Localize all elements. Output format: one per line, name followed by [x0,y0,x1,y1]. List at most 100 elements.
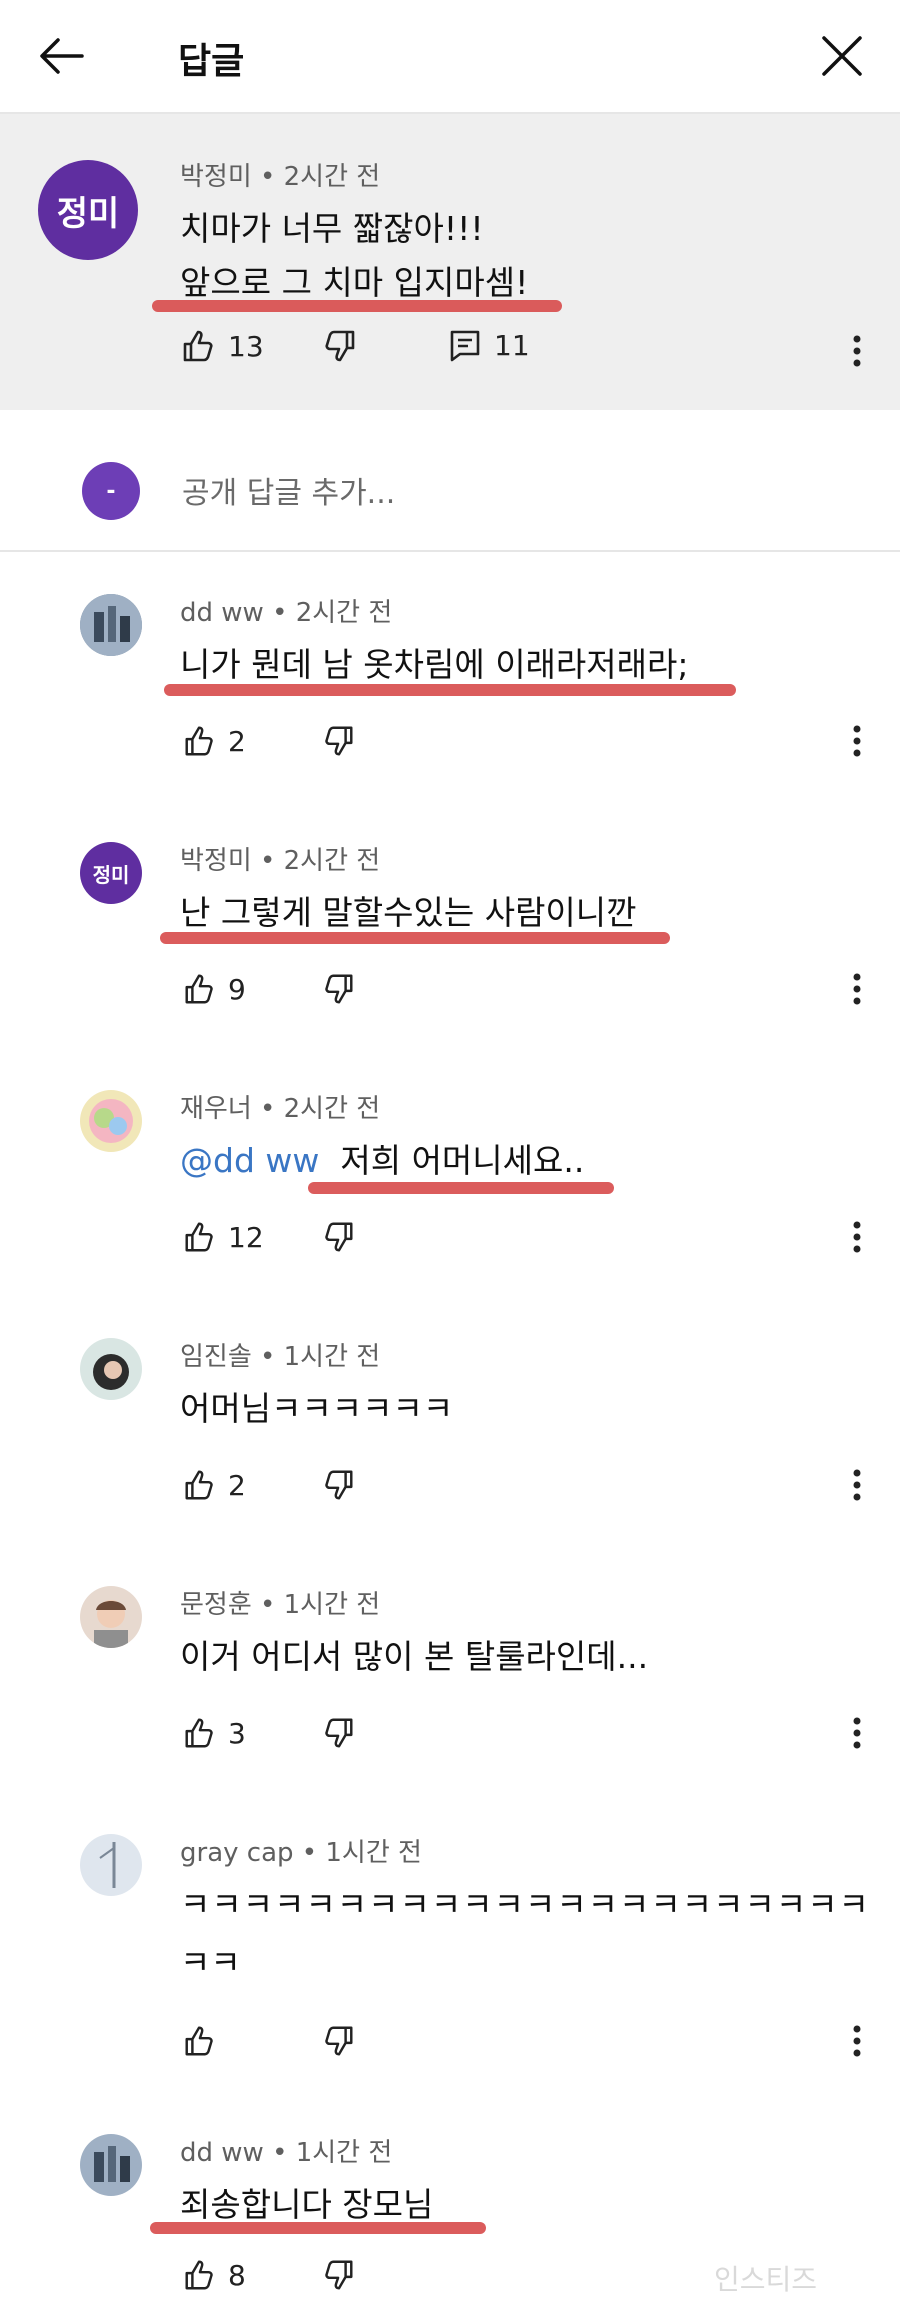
comment-text: 니가 뭔데 남 옷차림에 이래라저래라; [180,645,689,684]
timestamp: 2시간 전 [283,162,381,192]
thumb-down-icon [322,1716,356,1750]
like-count: 12 [228,1220,264,1254]
thumb-up-icon [182,2258,216,2292]
timestamp: 1시간 전 [283,1342,381,1372]
avatar[interactable]: 정미 [80,842,142,904]
avatar[interactable] [80,2134,142,2196]
thumb-up-icon [182,724,216,758]
thumb-down-icon [322,2024,356,2058]
more-vert-icon[interactable] [842,1708,872,1758]
more-vert-icon[interactable] [842,716,872,766]
reply-input[interactable]: 공개 답글 추가... [182,468,395,512]
red-underline [164,684,736,696]
like-count: 3 [228,1716,246,1750]
author-name[interactable]: dd ww [180,598,264,628]
comment-meta: 문정훈 • 1시간 전 [180,1590,381,1620]
avatar[interactable] [80,1090,142,1152]
dislike-button[interactable] [322,724,356,758]
like-button[interactable]: 3 [182,1716,246,1750]
timestamp: 2시간 전 [283,1094,381,1124]
thumb-up-icon [182,1220,216,1254]
like-count: 2 [228,724,246,758]
timestamp: 2시간 전 [283,846,381,876]
reply-icon [448,328,482,362]
top-bar: 답글 [0,0,900,114]
timestamp: 1시간 전 [295,2138,393,2168]
comment-body: 저희 어머니세요.. [340,1141,585,1180]
comment-meta: 박정미 • 2시간 전 [180,846,381,876]
thumb-up-icon [180,328,216,364]
like-button[interactable]: 12 [182,1220,264,1254]
dislike-button[interactable] [322,2258,356,2292]
like-button[interactable]: 13 [180,328,264,364]
avatar[interactable] [80,1834,142,1896]
more-vert-icon[interactable] [842,1460,872,1510]
author-name[interactable]: 재우너 [180,1094,252,1124]
like-button[interactable]: 2 [182,724,246,758]
like-count: 2 [228,1468,246,1502]
comment-meta: gray cap • 1시간 전 [180,1838,422,1868]
red-underline [160,932,670,944]
reply-item: 정미 박정미 • 2시간 전 난 그렇게 말할수있는 사람이니깐 9 [0,808,900,1048]
like-count: 9 [228,972,246,1006]
avatar[interactable] [80,594,142,656]
thumb-up-icon [182,972,216,1006]
parent-comment: 정미 박정미 • 2시간 전 치마가 너무 짧잖아!!! 앞으로 그 치마 입지… [0,114,900,410]
more-vert-icon[interactable] [842,1212,872,1262]
watermark: 인스티즈 [714,2263,818,2296]
comment-text: 난 그렇게 말할수있는 사람이니깐 [180,893,637,932]
like-count: 8 [228,2258,246,2292]
dislike-button[interactable] [322,1716,356,1750]
like-button[interactable]: 9 [182,972,246,1006]
avatar[interactable] [80,1338,142,1400]
avatar[interactable] [80,1586,142,1648]
author-name[interactable]: gray cap [180,1838,294,1868]
thumb-up-icon [182,1716,216,1750]
reply-item: 재우너 • 2시간 전 @dd ww 저희 어머니세요.. 12 [0,1056,900,1296]
red-underline [152,300,562,312]
thumb-down-icon [322,2258,356,2292]
page-title: 답글 [178,41,245,82]
more-vert-icon[interactable] [842,326,872,376]
like-button[interactable] [182,2024,228,2058]
more-vert-icon[interactable] [842,2016,872,2066]
like-count: 13 [228,329,264,363]
reply-input-row: - 공개 답글 추가... [0,430,900,552]
author-name[interactable]: 박정미 [180,162,252,192]
thumb-down-icon [322,1468,356,1502]
avatar[interactable]: 정미 [38,160,138,260]
red-underline [150,2222,486,2234]
dislike-button[interactable] [322,2024,356,2058]
comment-text: 죄송합니다 장모님 [180,2185,434,2224]
reply-item: gray cap • 1시간 전 ㅋㅋㅋㅋㅋㅋㅋㅋㅋㅋㅋㅋㅋㅋㅋㅋㅋㅋㅋㅋㅋㅋ … [0,1800,900,2100]
like-button[interactable]: 2 [182,1468,246,1502]
thumb-down-icon [322,724,356,758]
comment-meta: 재우너 • 2시간 전 [180,1094,381,1124]
comment-meta: 임진솔 • 1시간 전 [180,1342,381,1372]
author-name[interactable]: 박정미 [180,846,252,876]
dislike-button[interactable] [322,1468,356,1502]
timestamp: 2시간 전 [295,598,393,628]
dislike-button[interactable] [322,1220,356,1254]
more-vert-icon[interactable] [842,964,872,1014]
author-name[interactable]: dd ww [180,2138,264,2168]
like-button[interactable]: 8 [182,2258,246,2292]
dislike-button[interactable] [322,328,358,364]
back-arrow-icon[interactable] [36,30,88,82]
comment-line-1: 치마가 너무 짧잖아!!! [180,209,484,248]
close-icon[interactable] [816,30,868,82]
reply-item: dd ww • 2시간 전 니가 뭔데 남 옷차림에 이래라저래라; 2 [0,560,900,800]
mention-link[interactable]: @dd ww [180,1141,319,1180]
author-name[interactable]: 문정훈 [180,1590,252,1620]
author-name[interactable]: 임진솔 [180,1342,252,1372]
thumb-down-icon [322,1220,356,1254]
comment-text: 어머님ㅋㅋㅋㅋㅋㅋ [180,1389,454,1428]
comment-text: ㅋㅋㅋㅋㅋㅋㅋㅋㅋㅋㅋㅋㅋㅋㅋㅋㅋㅋㅋㅋㅋㅋ [180,1885,870,1924]
replies-button[interactable]: 11 [448,328,530,362]
dislike-button[interactable] [322,972,356,1006]
thumb-up-icon [182,1468,216,1502]
self-avatar: - [82,462,140,520]
comment-text: @dd ww 저희 어머니세요.. [180,1134,584,1182]
reply-item: 임진솔 • 1시간 전 어머님ㅋㅋㅋㅋㅋㅋ 2 [0,1304,900,1544]
timestamp: 1시간 전 [325,1838,422,1868]
